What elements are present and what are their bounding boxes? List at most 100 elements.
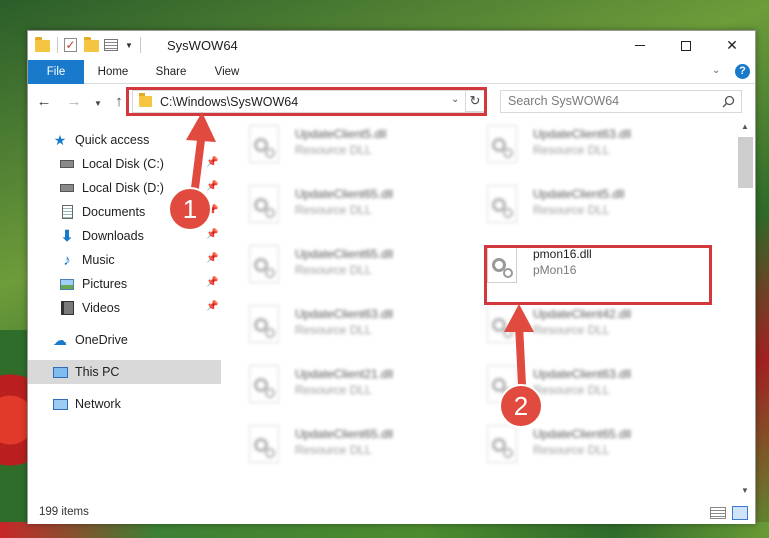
sidebar-item-this-pc[interactable]: This PC [28,360,221,384]
expand-ribbon-chevron-icon[interactable]: ⌄ [712,65,720,76]
search-icon[interactable] [722,95,735,108]
file-item[interactable]: UpdateClient21.dll Resource DLL [231,359,461,419]
details-view-icon[interactable] [710,507,726,519]
sidebar-item-local-disk-c[interactable]: Local Disk (C:) 📌 [28,152,221,176]
file-item[interactable]: UpdateClient5.dll Resource DLL [231,119,461,179]
recent-locations-chevron-icon[interactable]: ▼ [90,96,106,112]
maximize-button[interactable] [663,31,709,60]
close-icon: ✕ [726,37,738,53]
drive-icon [59,180,75,196]
sidebar-item-music[interactable]: ♪ Music 📌 [28,248,221,272]
star-icon: ★ [53,131,67,148]
file-name: UpdateClient65.dll [295,187,394,201]
picture-icon [59,276,75,292]
close-button[interactable]: ✕ [709,31,755,60]
sidebar-item-label: This PC [75,365,120,379]
dll-file-icon [487,185,517,223]
back-arrow-icon[interactable]: ← [36,94,52,110]
pin-icon[interactable]: 📌 [206,181,218,192]
sidebar-item-label: Music [82,253,115,267]
file-item[interactable]: UpdateClient42.dll Resource DLL [469,299,699,359]
vertical-scrollbar[interactable]: ▲ ▼ [737,119,754,499]
sidebar-item-network[interactable]: Network [28,392,221,416]
dll-file-icon [487,305,517,343]
sidebar-item-local-disk-d[interactable]: Local Disk (D:) 📌 [28,176,221,200]
dll-file-icon [249,365,279,403]
forward-arrow-icon[interactable]: → [66,94,82,110]
pin-icon[interactable]: 📌 [206,157,218,168]
sidebar-item-label: Quick access [75,133,150,147]
file-description: Resource DLL [533,383,610,397]
search-input[interactable] [508,94,708,108]
file-item[interactable]: UpdateClient63.dll Resource DLL [231,299,461,359]
sidebar-item-downloads[interactable]: ⬇ Downloads 📌 [28,224,221,248]
tab-file[interactable]: File [28,60,84,84]
file-item[interactable]: UpdateClient63.dll Resource DLL [469,359,699,419]
file-item[interactable]: UpdateClient5.dll Resource DLL [469,179,699,239]
sidebar-item-documents[interactable]: Documents 📌 [28,200,221,224]
scroll-up-arrow-icon[interactable]: ▲ [741,122,749,131]
file-name: UpdateClient65.dll [533,427,632,441]
window-title: SysWOW64 [167,38,238,53]
file-item[interactable]: UpdateClient63.dll Resource DLL [469,119,699,179]
file-name: UpdateClient21.dll [295,367,394,381]
file-name: UpdateClient5.dll [533,187,625,201]
sidebar-item-label: Local Disk (C:) [82,157,164,171]
sidebar-item-onedrive[interactable]: ☁ OneDrive [28,328,221,352]
dll-file-icon [249,305,279,343]
help-icon[interactable]: ? [735,64,750,79]
music-icon: ♪ [63,251,71,269]
file-description: Resource DLL [295,143,372,157]
dll-file-icon [487,125,517,163]
large-icons-view-icon[interactable] [732,506,748,520]
dll-file-icon [249,245,279,283]
pin-icon[interactable]: 📌 [206,205,218,216]
scroll-down-arrow-icon[interactable]: ▼ [741,486,749,495]
tab-share[interactable]: Share [146,60,196,84]
properties-icon[interactable] [104,37,120,53]
ribbon-tabs: File Home Share View ⌄ ? [28,60,755,84]
sidebar-item-label: Documents [82,205,146,219]
video-icon [59,300,75,316]
file-description: Resource DLL [533,443,610,457]
file-name: UpdateClient63.dll [533,127,632,141]
file-item[interactable]: UpdateClient65.dll Resource DLL [469,419,699,479]
cloud-icon: ☁ [53,331,67,348]
search-box[interactable] [500,90,742,113]
file-list: UpdateClient5.dll Resource DLL UpdateCli… [231,119,737,499]
sidebar-item-quick-access[interactable]: ★ Quick access [28,128,221,152]
scrollbar-thumb[interactable] [738,137,753,188]
properties-check-icon[interactable]: ✓ [64,37,80,53]
document-icon [59,204,75,220]
pin-icon[interactable]: 📌 [206,277,218,288]
file-description: Resource DLL [533,143,610,157]
file-description: Resource DLL [295,203,372,217]
up-arrow-icon[interactable]: ↑ [111,94,127,110]
dll-file-icon [249,425,279,463]
file-description: Resource DLL [295,263,372,277]
file-description: Resource DLL [533,323,610,337]
customize-toolbar-chevron-icon[interactable]: ▼ [124,41,134,50]
pin-icon[interactable]: 📌 [206,229,218,240]
toolbar-divider [140,37,141,53]
dll-file-icon [249,125,279,163]
item-count: 199 items [39,506,89,518]
file-item[interactable]: UpdateClient65.dll Resource DLL [231,179,461,239]
tab-view[interactable]: View [202,60,252,84]
pin-icon[interactable]: 📌 [206,253,218,264]
file-name: UpdateClient65.dll [295,427,394,441]
file-item[interactable]: UpdateClient65.dll Resource DLL [231,239,461,299]
explorer-window: ✓ ▼ SysWOW64 ✕ File Home Share View ⌄ ? … [27,30,756,524]
tab-home[interactable]: Home [88,60,138,84]
new-folder-icon[interactable] [84,37,100,53]
desktop-wallpaper-bottom [0,522,769,538]
sidebar-item-videos[interactable]: Videos 📌 [28,296,221,320]
download-icon: ⬇ [60,228,74,245]
minimize-button[interactable] [617,31,663,60]
pin-icon[interactable]: 📌 [206,301,218,312]
file-item[interactable]: UpdateClient65.dll Resource DLL [231,419,461,479]
maximize-icon [681,40,691,51]
drive-icon [59,156,75,172]
sidebar-item-pictures[interactable]: Pictures 📌 [28,272,221,296]
sidebar-item-label: Network [75,397,121,411]
